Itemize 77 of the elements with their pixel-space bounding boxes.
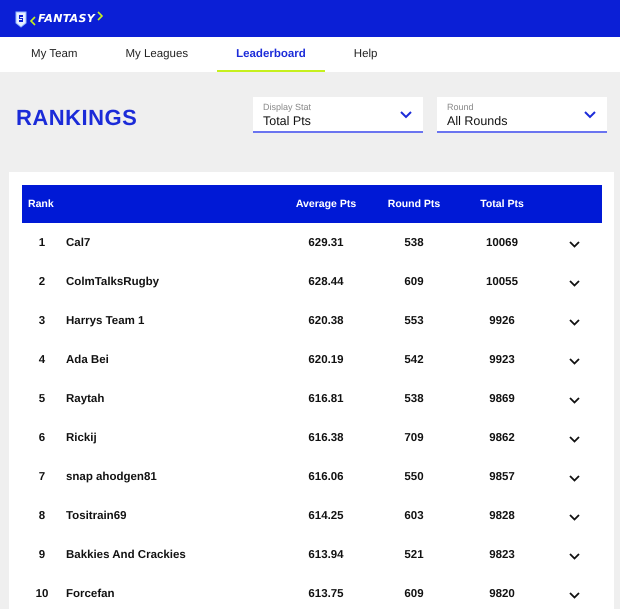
average-pts-cell-text: 613.75 xyxy=(307,588,345,600)
dropdown-field[interactable]: Display Stat Total Pts xyxy=(253,97,423,133)
team-name-cell-text: snap ahodgen81 xyxy=(66,470,158,482)
rank-cell-text: 4 xyxy=(38,354,46,366)
rank-cell-text: 1 xyxy=(38,236,46,248)
column-header: Round Pts xyxy=(386,198,442,210)
chevron-left-icon xyxy=(30,16,36,26)
chevron-right-icon xyxy=(96,10,103,20)
expand-chevron-icon[interactable] xyxy=(568,436,580,443)
rank-cell-text: 6 xyxy=(38,432,46,444)
average-pts-cell-text: 628.44 xyxy=(307,276,345,288)
column-header: Rank xyxy=(27,198,55,210)
total-pts-cell-text: 9862 xyxy=(488,432,516,444)
expand-chevron-icon[interactable] xyxy=(568,280,580,287)
caret-icon xyxy=(584,111,596,119)
team-name-cell-text: Cal7 xyxy=(66,236,92,248)
team-name-cell-text: Ada Bei xyxy=(66,354,110,366)
total-pts-cell-text: 10055 xyxy=(485,276,519,288)
team-name-cell-text: Rickij xyxy=(66,432,98,444)
round-pts-cell-text: 550 xyxy=(403,470,425,482)
round-pts-cell-text: 609 xyxy=(403,276,425,288)
team-name-cell-text: Harrys Team 1 xyxy=(66,314,146,326)
rank-cell-text: 2 xyxy=(38,276,46,288)
expand-chevron-icon[interactable] xyxy=(568,514,580,521)
team-name-cell-text: Raytah xyxy=(66,392,106,404)
expand-chevron-icon[interactable] xyxy=(568,592,580,599)
nav-tab[interactable]: Help xyxy=(334,37,396,72)
round-pts-cell-text: 542 xyxy=(403,354,425,366)
column-header: Total Pts xyxy=(479,198,525,210)
average-pts-cell-text: 613.94 xyxy=(307,548,345,560)
rank-cell-text: 9 xyxy=(38,548,46,560)
average-pts-cell-text: 616.38 xyxy=(307,432,345,444)
team-name-cell-text: Tositrain69 xyxy=(66,510,128,522)
rank-cell-text: 7 xyxy=(38,470,46,482)
expand-chevron-icon[interactable] xyxy=(568,553,580,560)
round-pts-cell-text: 603 xyxy=(403,510,425,522)
total-pts-cell-text: 9857 xyxy=(488,470,516,482)
rank-cell-text: 3 xyxy=(38,314,46,326)
total-pts-cell-text: 9869 xyxy=(488,392,516,404)
total-pts-cell-text: 9923 xyxy=(488,354,516,366)
total-pts-cell-text: 9820 xyxy=(488,588,516,600)
dropdown-field[interactable]: Round All Rounds xyxy=(437,97,607,133)
round-pts-cell-text: 538 xyxy=(403,236,425,248)
average-pts-cell-text: 616.81 xyxy=(307,392,345,404)
total-pts-cell-text: 9926 xyxy=(488,314,516,326)
team-name-cell-text: Forcefan xyxy=(66,588,116,600)
round-pts-cell-text: 609 xyxy=(403,588,425,600)
rank-cell-text: 10 xyxy=(34,588,50,600)
team-name-cell-text: ColmTalksRugby xyxy=(66,276,160,288)
page-title: RANKINGS xyxy=(16,104,138,130)
rank-cell-text: 5 xyxy=(38,392,46,404)
nav-tab[interactable]: My Leagues xyxy=(106,37,208,72)
total-pts-cell-text: 9828 xyxy=(488,510,516,522)
team-name-cell-text: Bakkies And Crackies xyxy=(66,548,187,560)
round-pts-cell-text: 538 xyxy=(403,392,425,404)
average-pts-cell-text: 616.06 xyxy=(307,470,345,482)
shield-logo-icon xyxy=(15,11,27,28)
round-pts-cell-text: 709 xyxy=(403,432,425,444)
round-pts-cell-text: 553 xyxy=(403,314,425,326)
expand-chevron-icon[interactable] xyxy=(568,397,580,404)
expand-chevron-icon[interactable] xyxy=(568,319,580,326)
expand-chevron-icon[interactable] xyxy=(568,475,580,482)
total-pts-cell-text: 10069 xyxy=(485,236,519,248)
column-header: Average Pts xyxy=(294,198,358,210)
logo-text: FANTASY xyxy=(38,12,95,25)
round-pts-cell-text: 521 xyxy=(403,548,425,560)
expand-chevron-icon[interactable] xyxy=(568,358,580,365)
nav-tab[interactable]: Leaderboard xyxy=(217,37,325,72)
caret-icon xyxy=(400,111,412,119)
total-pts-cell-text: 9823 xyxy=(488,548,516,560)
average-pts-cell-text: 620.38 xyxy=(307,314,345,326)
average-pts-cell-text: 614.25 xyxy=(307,510,345,522)
average-pts-cell-text: 629.31 xyxy=(307,236,345,248)
average-pts-cell-text: 620.19 xyxy=(307,354,345,366)
rank-cell-text: 8 xyxy=(38,510,46,522)
expand-chevron-icon[interactable] xyxy=(568,241,580,248)
nav-tab[interactable]: My Team xyxy=(12,37,96,72)
